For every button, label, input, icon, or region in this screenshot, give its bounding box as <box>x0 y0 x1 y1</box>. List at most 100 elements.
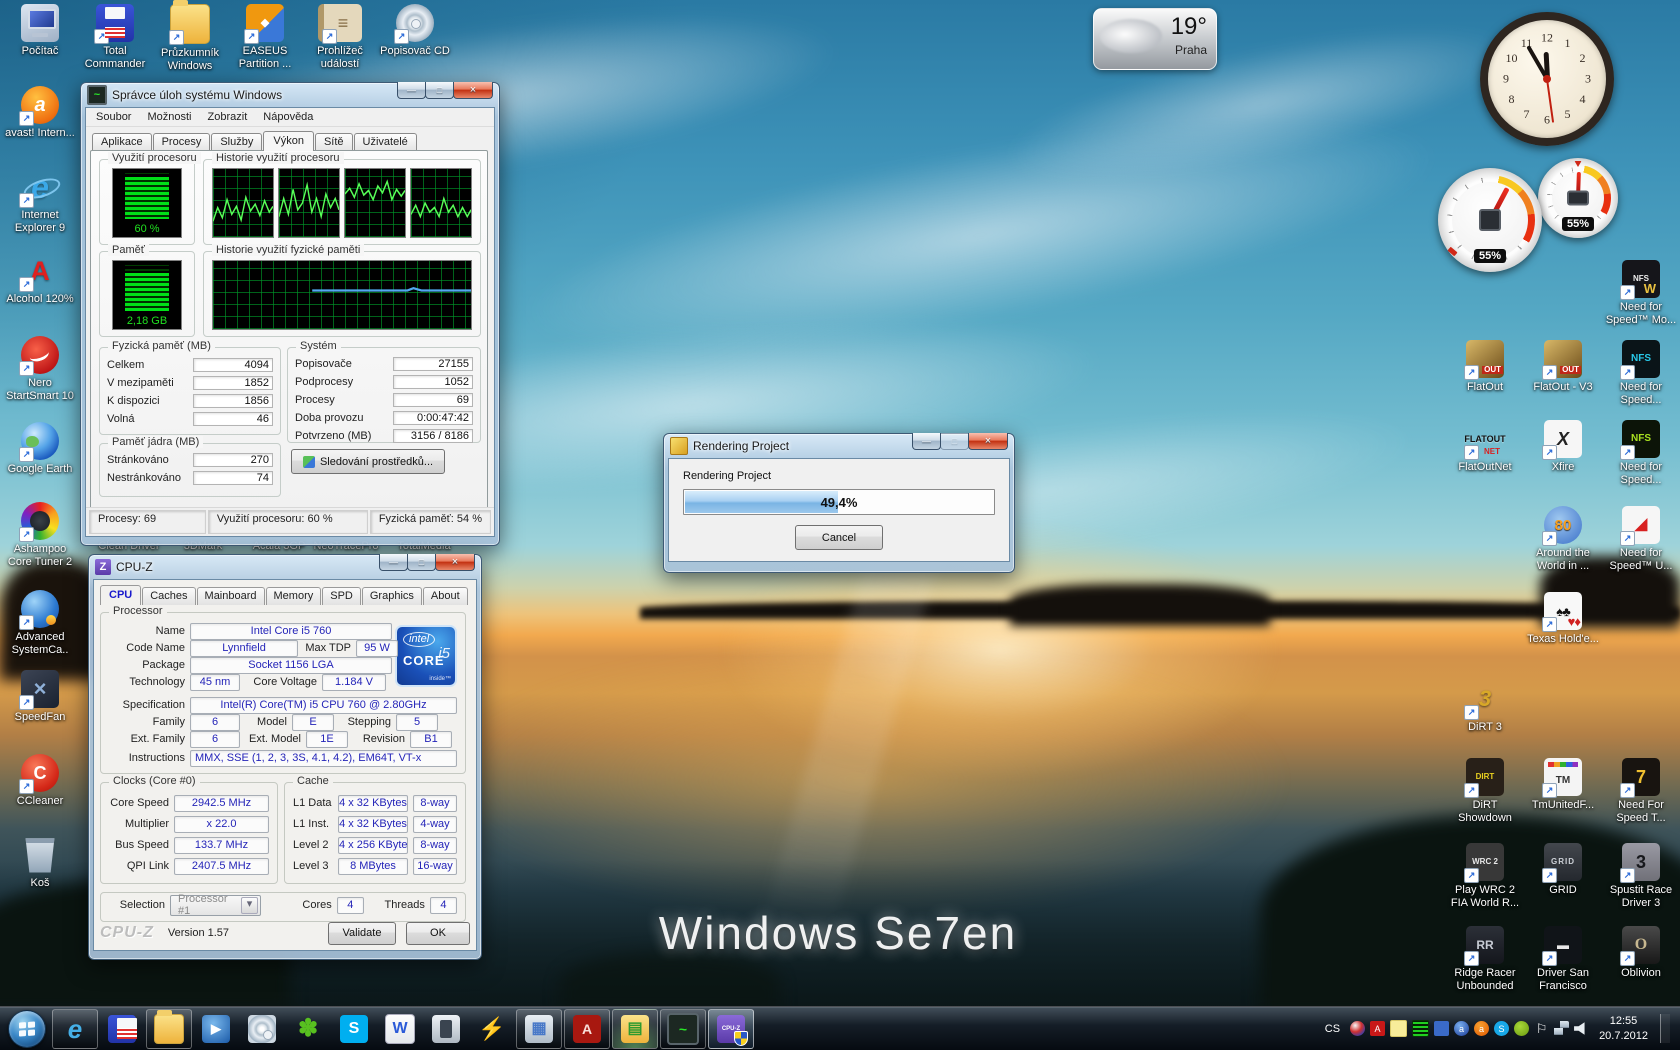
desktop-icon-need-for-speed-mo[interactable]: NFSW↗Need for Speed™ Mo... <box>1602 260 1680 326</box>
desktop-icon-total-commander[interactable]: ↗Total Commander <box>79 4 151 70</box>
desktop-icon-prohl-e-ud-lost[interactable]: ≡↗Prohlížeč událostí <box>304 4 376 70</box>
taskbar-button-skype[interactable]: S <box>332 1010 376 1048</box>
desktop-icon-ridge-racer-unbounded[interactable]: RR↗Ridge Racer Unbounded <box>1446 926 1524 992</box>
desktop-icon-ccleaner[interactable]: C↗CCleaner <box>2 754 78 808</box>
close-button[interactable]: × <box>453 82 493 99</box>
close-button[interactable]: × <box>968 433 1008 450</box>
close-button[interactable]: × <box>435 554 475 571</box>
ok-button[interactable]: OK <box>406 922 470 945</box>
menu-zobrazit[interactable]: Zobrazit <box>200 109 256 125</box>
taskbar-button-phone-app[interactable] <box>424 1010 468 1048</box>
panel-app-icon[interactable] <box>1434 1021 1449 1036</box>
desktop-icon-dirt-3[interactable]: 3↗DiRT 3 <box>1446 680 1524 734</box>
network-tray-icon[interactable] <box>1554 1021 1569 1036</box>
desktop-icon-flatout-v3[interactable]: OUT↗FlatOut - V3 <box>1524 340 1602 394</box>
start-button[interactable] <box>8 1010 46 1048</box>
task-manager-titlebar[interactable]: ~ Správce úloh systému Windows — □ × <box>85 83 495 107</box>
desktop-icon-ko[interactable]: Koš <box>2 836 78 890</box>
taskbar-button-word[interactable]: W <box>378 1010 422 1048</box>
tray-clock[interactable]: 12:55 20.7.2012 <box>1595 1014 1648 1044</box>
language-indicator[interactable]: CS <box>1321 1023 1344 1035</box>
weather-gadget[interactable]: 19° Praha <box>1093 8 1217 70</box>
desktop-icon-around-the-world-in[interactable]: 80↗Around the World in ... <box>1524 506 1602 572</box>
taskbar-button-total-commander[interactable] <box>100 1010 144 1048</box>
tab-aplikace[interactable]: Aplikace <box>92 133 152 151</box>
desktop-icon-po-ta[interactable]: Počítač <box>4 4 76 58</box>
clock-gadget[interactable]: 123456789101112 <box>1480 12 1614 146</box>
taskbar-button-winamp[interactable]: ⚡ <box>470 1010 514 1048</box>
menu-napoveda[interactable]: Nápověda <box>255 109 321 125</box>
desktop-icon-driver-san-francisco[interactable]: ▬↗Driver San Francisco <box>1524 926 1602 992</box>
color-ball-icon[interactable] <box>1350 1021 1365 1036</box>
tab-uzivatele[interactable]: Uživatelé <box>354 133 417 151</box>
taskbar-button-disc-media-app[interactable] <box>240 1010 284 1048</box>
sticky-notes-icon[interactable] <box>1390 1020 1407 1037</box>
taskbar-button-folder-window[interactable]: ▤ <box>612 1009 658 1049</box>
nvidia-tray-icon[interactable] <box>1514 1021 1529 1036</box>
tab-mainboard[interactable]: Mainboard <box>197 587 265 605</box>
desktop-icon-oblivion[interactable]: O↗Oblivion <box>1602 926 1680 980</box>
show-desktop-button[interactable] <box>1660 1014 1670 1044</box>
minimize-button[interactable]: — <box>397 82 426 99</box>
desktop-icon-alcohol-120[interactable]: A↗Alcohol 120% <box>2 252 78 306</box>
desktop-icon-internet-explorer-9[interactable]: e↗Internet Explorer 9 <box>2 168 78 234</box>
menu-soubor[interactable]: Soubor <box>88 109 139 125</box>
tab-caches[interactable]: Caches <box>142 587 195 605</box>
desktop-icon-google-earth[interactable]: ↗Google Earth <box>2 422 78 476</box>
desktop-icon-nero-startsmart-10[interactable]: ↗Nero StartSmart 10 <box>2 336 78 402</box>
adobe-tray-icon[interactable]: A <box>1370 1021 1385 1036</box>
messenger-tray-icon[interactable]: S <box>1494 1021 1509 1036</box>
taskbar-button-task-manager[interactable]: ~ <box>660 1009 706 1049</box>
desktop-icon-flatout[interactable]: OUT↗FlatOut <box>1446 340 1524 394</box>
desktop-icon-xfire[interactable]: X↗Xfire <box>1524 420 1602 474</box>
volume-tray-icon[interactable] <box>1574 1021 1589 1036</box>
tab-spd[interactable]: SPD <box>322 587 361 605</box>
maximize-button[interactable]: □ <box>425 82 454 99</box>
minimize-button[interactable]: — <box>379 554 408 571</box>
desktop-icon-need-for-speed[interactable]: NFS↗Need for Speed... <box>1602 340 1680 406</box>
processor-select[interactable]: Processor #1▾ <box>170 895 261 916</box>
desktop-icon-spustit-race-driver-3[interactable]: 3↗Spustit Race Driver 3 <box>1602 843 1680 909</box>
avast-tray-icon[interactable]: a <box>1474 1021 1489 1036</box>
desktop-icon-need-for-speed[interactable]: NFS↗Need for Speed... <box>1602 420 1680 486</box>
minimize-button[interactable]: — <box>912 433 941 450</box>
validate-button[interactable]: Validate <box>328 922 396 945</box>
taskbar-button-media-player[interactable]: ▶ <box>194 1010 238 1048</box>
taskbar-button-icq[interactable]: ✽ <box>286 1010 330 1048</box>
desktop-icon-advanced-systemca[interactable]: ↗Advanced SystemCa.. <box>2 590 78 656</box>
taskbar-button-windows-explorer[interactable] <box>146 1009 192 1049</box>
tab-about[interactable]: About <box>423 587 468 605</box>
taskbar-button-adobe-app[interactable]: A <box>564 1009 610 1049</box>
desktop-icon-pr-zkumn-k-windows[interactable]: ↗Průzkumník Windows <box>154 4 226 72</box>
desktop-icon-flatoutnet[interactable]: FLATOUTNET↗FlatOutNet <box>1446 420 1524 474</box>
desktop-icon-popisova-cd[interactable]: ↗Popisovač CD <box>379 4 451 58</box>
desktop-icon-ashampoo-core-tuner-2[interactable]: ↗Ashampoo Core Tuner 2 <box>2 502 78 568</box>
desktop-icon-need-for-speed-t[interactable]: 7↗Need For Speed T... <box>1602 758 1680 824</box>
desktop-icon-easeus-partition[interactable]: ◆↗EASEUS Partition ... <box>229 4 301 70</box>
desktop-icon-need-for-speed-u[interactable]: ◢↗Need for Speed™ U... <box>1602 506 1680 572</box>
resource-monitor-button[interactable]: Sledování prostředků... <box>291 449 445 474</box>
cpuz-titlebar[interactable]: Z CPU-Z — □ × <box>93 555 477 579</box>
desktop-icon-tmunitedf[interactable]: TM↗TmUnitedF... <box>1524 758 1602 812</box>
desktop-icon-grid[interactable]: GRID↗GRID <box>1524 843 1602 897</box>
desktop-icon-avast-intern[interactable]: a↗avast! Intern... <box>2 86 78 140</box>
blue-app-icon[interactable]: a <box>1454 1021 1469 1036</box>
tab-cpu[interactable]: CPU <box>100 585 141 605</box>
desktop-icon-play-wrc-2-fia-world-r[interactable]: WRC 2↗Play WRC 2 FIA World R... <box>1446 843 1524 909</box>
desktop-icon-speedfan[interactable]: ×↗SpeedFan <box>2 670 78 724</box>
tab-procesy[interactable]: Procesy <box>153 133 211 151</box>
maximize-button[interactable]: □ <box>407 554 436 571</box>
dialog-titlebar[interactable]: Rendering Project — □ × <box>668 434 1010 458</box>
taskbar-button-utility-app[interactable]: ▦ <box>516 1009 562 1049</box>
tab-memory[interactable]: Memory <box>266 587 322 605</box>
tab-graphics[interactable]: Graphics <box>362 587 422 605</box>
taskbar-button-cpu-z[interactable]: CPU-Z <box>708 1009 754 1049</box>
activity-meter-icon[interactable] <box>1412 1020 1429 1037</box>
cancel-button[interactable]: Cancel <box>795 525 883 550</box>
ram-gauge-gadget[interactable]: 55% <box>1538 158 1618 238</box>
tab-vykon[interactable]: Výkon <box>263 131 314 151</box>
tab-site[interactable]: Sítě <box>315 133 353 151</box>
cpu-gauge-gadget[interactable]: 55% <box>1438 168 1542 272</box>
action-center-icon[interactable]: ⚐ <box>1534 1021 1549 1036</box>
desktop-icon-texas-hold-e[interactable]: ♠♣♥♦↗Texas Hold'e... <box>1524 592 1602 646</box>
